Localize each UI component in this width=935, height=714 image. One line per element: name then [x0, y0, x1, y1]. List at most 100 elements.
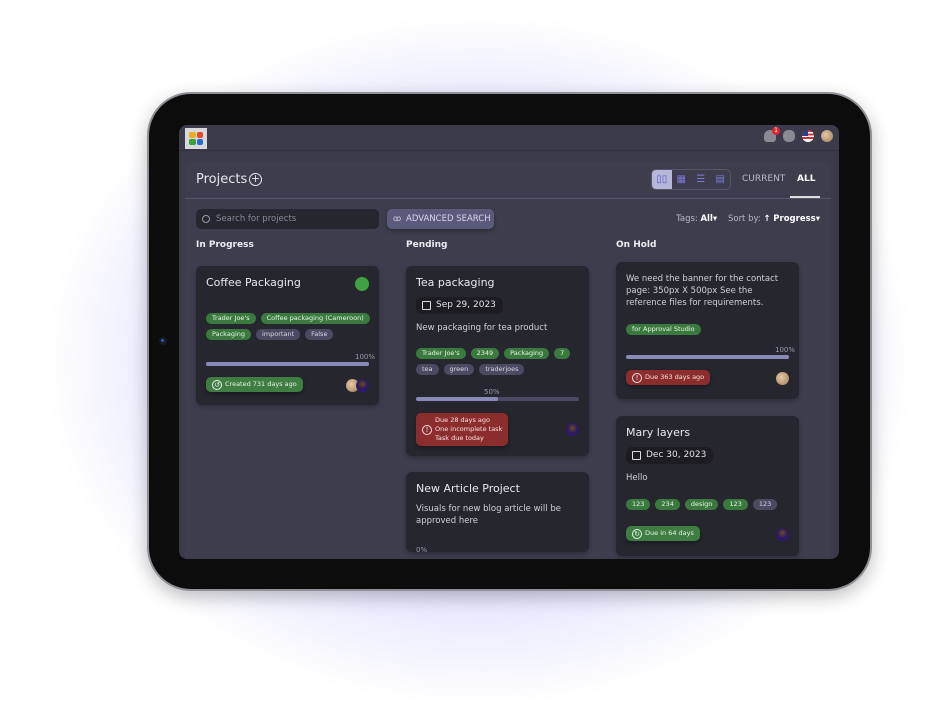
history-icon: ↺ — [212, 379, 222, 390]
sort-value: Progress — [773, 214, 816, 224]
avatar[interactable] — [566, 423, 579, 436]
board-view-icon[interactable]: ▤ — [711, 170, 731, 189]
tags-label: Tags: — [676, 214, 698, 224]
tag[interactable]: 234 — [655, 499, 680, 510]
clock-refresh-icon: ↻ — [632, 528, 642, 539]
card-title: Coffee Packaging — [206, 276, 301, 289]
status-indicator — [355, 277, 369, 291]
top-bar: 1 — [179, 125, 839, 151]
tag-list: 123 234 design 123 123 — [626, 499, 791, 510]
bell-icon[interactable]: 1 — [764, 127, 780, 142]
filters: Tags: All▾ Sort by: ↑ Progress▾ — [676, 214, 820, 224]
tag[interactable]: Packaging — [206, 329, 251, 340]
grid-view-icon[interactable]: ▦ — [672, 170, 692, 189]
advanced-search-button[interactable]: ꝏ ADVANCED SEARCH — [387, 209, 494, 229]
status-text: Task due today — [435, 434, 484, 442]
tag[interactable]: 123 — [626, 499, 651, 510]
status-badge: ↺ Created 731 days ago — [206, 377, 303, 392]
add-project-button[interactable]: + — [249, 173, 262, 186]
card-title: Tea packaging — [416, 276, 495, 289]
tag[interactable]: green — [443, 364, 475, 375]
sort-filter[interactable]: Sort by: ↑ Progress▾ — [728, 214, 820, 224]
us-flag-icon[interactable] — [802, 130, 814, 142]
tags-value: All — [700, 214, 713, 224]
status-badge: ! Due 28 days ago One incomplete task Ta… — [416, 413, 509, 446]
tag[interactable]: tea — [416, 364, 439, 375]
progress-label: 50% — [484, 388, 500, 396]
due-date-chip: Sep 29, 2023 — [416, 297, 503, 314]
database-icon[interactable] — [783, 130, 795, 142]
sort-label: Sort by: — [727, 214, 761, 224]
chevron-down-icon: ▾ — [815, 214, 820, 224]
progress-fill — [416, 397, 498, 401]
progress-label: 0% — [416, 546, 428, 552]
tab-all[interactable]: ALL — [797, 174, 815, 184]
tag-list: for Approval Studio — [626, 324, 791, 335]
binoculars-icon: ꝏ — [393, 214, 402, 223]
camera-icon — [159, 337, 167, 345]
tag[interactable]: 2349 — [470, 348, 500, 359]
card-description: We need the banner for the contact page:… — [626, 274, 779, 308]
due-date-chip: Dec 30, 2023 — [626, 447, 714, 464]
tag[interactable]: 123 — [723, 499, 748, 510]
due-date: Sep 29, 2023 — [436, 300, 496, 310]
tag[interactable]: 7 — [554, 348, 571, 359]
card-description: New packaging for tea product — [416, 323, 548, 333]
panel-header: Projects + ▯▯ ▦ ☰ ▤ CURRENT ALL — [185, 162, 831, 199]
tag[interactable]: Packaging — [504, 348, 550, 359]
column-title-pending: Pending — [406, 240, 448, 250]
list-view-icon[interactable]: ☰ — [691, 170, 711, 189]
app-logo[interactable] — [185, 128, 207, 149]
project-card[interactable]: Tea packaging Sep 29, 2023 New packaging… — [406, 266, 589, 456]
tab-current[interactable]: CURRENT — [742, 174, 785, 184]
user-avatar[interactable] — [821, 130, 833, 142]
avatar[interactable] — [776, 528, 789, 541]
calendar-icon — [632, 451, 641, 460]
progress-bar — [206, 362, 369, 366]
progress-label: 100% — [774, 346, 795, 354]
tag[interactable]: Trader Joe's — [206, 313, 256, 324]
status-text: Due 363 days ago — [645, 373, 705, 381]
tag[interactable]: 123 — [752, 499, 778, 510]
tag[interactable]: Trader Joe's — [416, 348, 466, 359]
sort-arrow-icon: ↑ — [763, 214, 771, 224]
status-badge: ! Due 363 days ago — [626, 370, 711, 385]
project-card[interactable]: Mary layers Dec 30, 2023 Hello 123 234 d… — [616, 416, 799, 556]
calendar-icon — [422, 301, 431, 310]
project-card[interactable]: New Article Project Visuals for new blog… — [406, 472, 589, 552]
search-placeholder: Search for projects — [216, 214, 297, 224]
assignees — [776, 528, 789, 541]
assignees — [346, 379, 369, 392]
status-text: Due 28 days ago — [435, 416, 491, 424]
column-title-in-progress: In Progress — [196, 240, 254, 250]
tag[interactable]: Coffee packaging (Cameroon) — [260, 313, 370, 324]
avatar[interactable] — [776, 372, 789, 385]
card-title: New Article Project — [416, 482, 520, 495]
active-tab-indicator — [790, 196, 820, 198]
tag[interactable]: design — [684, 499, 719, 510]
tag[interactable]: traderjoes — [479, 364, 525, 375]
tags-filter[interactable]: Tags: All▾ — [676, 214, 717, 224]
notification-badge: 1 — [772, 127, 780, 135]
progress-fill — [626, 355, 789, 359]
kanban-view-icon[interactable]: ▯▯ — [652, 170, 672, 189]
project-card[interactable]: We need the banner for the contact page:… — [616, 262, 799, 399]
status-text: Created 731 days ago — [225, 380, 297, 388]
status-text: Due in 64 days — [645, 529, 694, 537]
project-card[interactable]: Coffee Packaging Trader Joe's Coffee pac… — [196, 266, 379, 405]
search-icon — [202, 215, 210, 223]
app-screen: 1 Projects + ▯▯ ▦ ☰ ▤ CURRENT ALL Search… — [179, 125, 839, 559]
projects-panel: Projects + ▯▯ ▦ ☰ ▤ CURRENT ALL Search f… — [185, 162, 831, 559]
tag-list: Trader Joe's Coffee packaging (Cameroon)… — [206, 313, 371, 340]
search-input[interactable]: Search for projects — [196, 209, 379, 229]
status-text: One incomplete task — [435, 425, 503, 433]
view-switcher: ▯▯ ▦ ☰ ▤ — [651, 169, 731, 190]
advanced-search-label: ADVANCED SEARCH — [406, 214, 491, 224]
progress-bar — [626, 355, 789, 359]
tag[interactable]: important — [256, 329, 301, 340]
tag[interactable]: for Approval Studio — [626, 324, 701, 335]
assignees — [776, 372, 789, 385]
alert-icon: ! — [422, 424, 432, 435]
avatar[interactable] — [356, 379, 369, 392]
tag[interactable]: False — [305, 329, 334, 340]
